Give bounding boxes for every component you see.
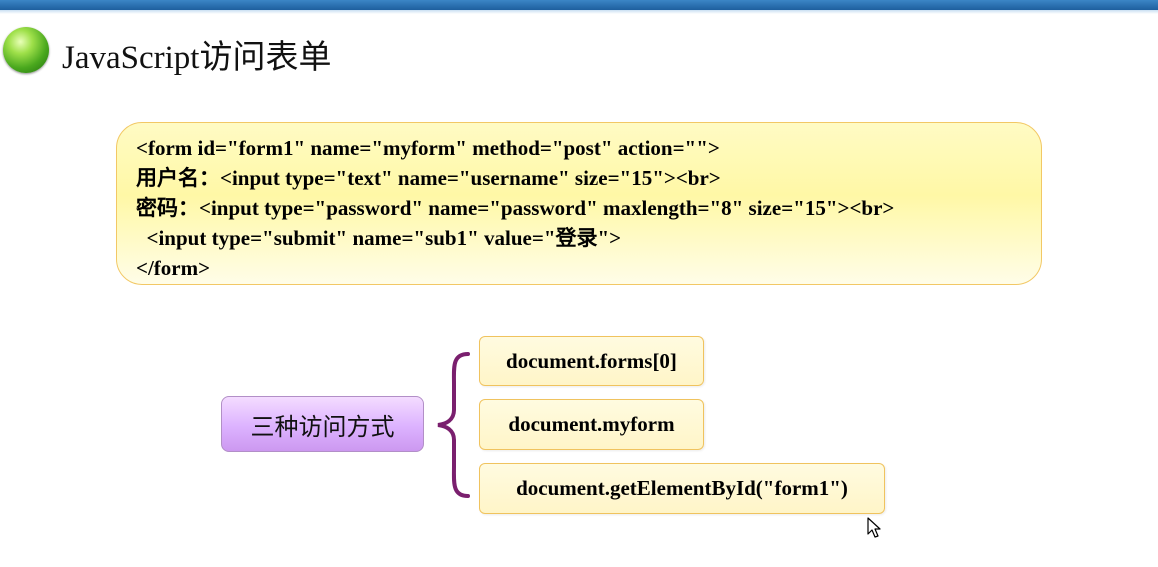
code-line-form-open: <form id="form1" name="myform" method="p… [136, 136, 720, 160]
code-box: <form id="form1" name="myform" method="p… [116, 122, 1042, 285]
code-line-password: 密码：<input type="password" name="password… [136, 196, 895, 220]
access-methods-root-box: 三种访问方式 [221, 396, 424, 452]
slide-title: JavaScript访问表单 [62, 40, 332, 76]
curly-brace-connector [437, 352, 470, 498]
slide-top-bar-shadow [0, 10, 1158, 14]
code-line-submit: <input type="submit" name="sub1" value="… [136, 226, 622, 250]
code-line-form-close: </form> [136, 256, 211, 280]
method-get-element-by-id: document.getElementById("form1") [479, 463, 885, 514]
mouse-pointer-icon [867, 517, 881, 538]
method-forms-index: document.forms[0] [479, 336, 704, 386]
slide-top-bar [0, 0, 1158, 10]
green-orb-icon [3, 27, 49, 73]
method-form-name: document.myform [479, 399, 704, 450]
code-line-username: 用户名：<input type="text" name="username" s… [136, 166, 721, 190]
